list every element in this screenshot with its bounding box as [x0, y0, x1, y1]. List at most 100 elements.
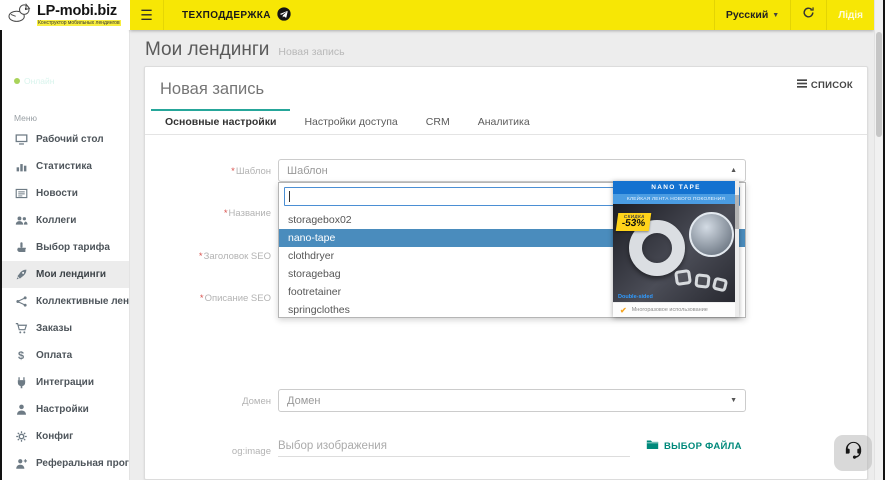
template-preview: NANO TAPE КЛЕЙКАЯ ЛЕНТА НОВОГО ПОКОЛЕНИЯ…	[613, 181, 739, 317]
user-icon	[14, 403, 28, 416]
preview-subtitle: КЛЕЙКАЯ ЛЕНТА НОВОГО ПОКОЛЕНИЯ	[613, 194, 739, 204]
sidebar-item-statistics[interactable]: Статистика	[2, 153, 129, 180]
rocket-icon	[14, 268, 28, 281]
check-icon: ✔	[620, 305, 627, 315]
page-scrollbar[interactable]	[874, 0, 883, 480]
user-plus-icon	[14, 457, 28, 470]
headset-icon	[842, 439, 865, 467]
tab-crm[interactable]: CRM	[412, 109, 464, 134]
logo-tagline: Конструктор мобильных лендингов	[37, 20, 121, 27]
page-title: Мои лендинги	[145, 39, 270, 60]
chevron-up-icon: ▲	[730, 167, 737, 174]
og-image-input[interactable]	[278, 435, 630, 457]
folder-icon	[646, 439, 659, 453]
telegram-icon	[277, 6, 291, 24]
sidebar-item-integrations[interactable]: Интеграции	[2, 369, 129, 396]
tab-main-settings[interactable]: Основные настройки	[151, 109, 291, 134]
support-widget-button[interactable]	[834, 435, 872, 471]
desktop-icon	[14, 133, 28, 146]
sidebar-item-label: Реферальная программа	[36, 458, 129, 469]
hamburger-menu-icon[interactable]: ☰	[130, 0, 164, 30]
choose-file-button[interactable]: ВЫБОР ФАЙЛА	[646, 439, 742, 453]
sidebar-item-referral[interactable]: Реферальная программа	[2, 450, 129, 477]
refresh-button[interactable]	[790, 0, 826, 30]
sidebar-item-label: Выбор тарифа	[36, 242, 110, 253]
sidebar-item-label: Рабочий стол	[36, 134, 104, 145]
seo-description-label: Описание SEO	[145, 293, 271, 304]
preview-caption: Double-sided	[618, 294, 653, 300]
dog-logo-icon	[7, 2, 32, 28]
main-content: Мои лендинги Новая запись Новая запись С…	[130, 30, 874, 480]
list-button-label: СПИСОК	[810, 79, 853, 91]
domain-select-placeholder: Домен	[287, 394, 321, 407]
sidebar-item-collective-landings[interactable]: Коллективные лендинги	[2, 288, 129, 315]
cogs-icon	[14, 430, 28, 443]
logo[interactable]: LP-mobi.biz Конструктор мобильных лендин…	[0, 0, 130, 30]
online-status-dot	[14, 78, 20, 84]
support-button[interactable]: ТЕХПОДДЕРЖКА	[182, 6, 291, 24]
support-label: ТЕХПОДДЕРЖКА	[182, 9, 271, 21]
card-title: Новая запись	[160, 80, 265, 98]
sidebar-item-label: Оплата	[36, 350, 73, 361]
preview-header: NANO TAPE	[613, 181, 739, 194]
sidebar-item-label: Конфиг	[36, 431, 74, 442]
sidebar-item-colleagues[interactable]: Коллеги	[2, 207, 129, 234]
dollar-icon: $	[17, 349, 25, 362]
share-icon	[14, 295, 28, 308]
sidebar-item-label: Заказы	[36, 323, 73, 334]
choose-file-label: ВЫБОР ФАЙЛА	[664, 440, 742, 452]
sidebar-item-label: Новости	[36, 188, 78, 199]
user-status: Онлайн	[14, 76, 54, 86]
sidebar-item-label: Коллеги	[36, 215, 77, 226]
domain-label: Домен	[242, 396, 271, 407]
sidebar-item-settings[interactable]: Настройки	[2, 396, 129, 423]
seo-title-label: Заголовок SEO	[145, 251, 271, 262]
sidebar: Лідія Онлайн Меню Рабочий стол Статистик…	[2, 30, 130, 480]
preview-feature-row: ✔ Многоразовое использование	[613, 302, 739, 317]
cart-icon	[14, 322, 28, 335]
list-button[interactable]: СПИСОК	[796, 79, 853, 91]
tab-access-settings[interactable]: Настройки доступа	[290, 109, 411, 134]
breadcrumb-current: Новая запись	[278, 46, 345, 58]
sidebar-item-label: Настройки	[36, 404, 89, 415]
chevron-down-icon: ▼	[730, 397, 737, 404]
tab-bar: Основные настройки Настройки доступа CRM…	[145, 109, 867, 135]
bar-chart-icon	[14, 160, 28, 173]
new-record-card: Новая запись СПИСОК Основные настройки Н…	[144, 66, 868, 480]
language-label: Русский	[725, 9, 769, 21]
user-menu[interactable]: Лідія	[826, 0, 874, 30]
top-bar: ☰ ТЕХПОДДЕРЖКА Русский ▼ Лідія	[130, 0, 874, 30]
sidebar-item-desktop[interactable]: Рабочий стол	[2, 126, 129, 153]
text-cursor	[289, 191, 290, 202]
inset-photo	[689, 212, 734, 257]
plug-icon	[14, 376, 28, 389]
domain-select[interactable]: Домен ▼	[278, 389, 746, 412]
language-selector[interactable]: Русский ▼	[713, 0, 790, 30]
hand-pointer-icon	[14, 241, 28, 254]
discount-badge: СКИДКА -53%	[615, 213, 652, 231]
users-icon	[14, 214, 28, 227]
sidebar-item-config[interactable]: Конфиг	[2, 423, 129, 450]
sidebar-item-news[interactable]: Новости	[2, 180, 129, 207]
template-select[interactable]: Шаблон ▲	[278, 159, 746, 182]
sidebar-item-tariff[interactable]: Выбор тарифа	[2, 234, 129, 261]
sidebar-item-label: Интеграции	[36, 377, 94, 388]
user-status-label: Онлайн	[24, 76, 55, 86]
sidebar-item-payment[interactable]: $ Оплата	[2, 342, 129, 369]
user-panel: Лідія Онлайн	[2, 30, 129, 104]
og-image-label: og:image	[231, 446, 271, 457]
template-label: Шаблон	[145, 166, 271, 177]
preview-title: NANO TAPE	[651, 184, 701, 191]
sidebar-item-my-landings[interactable]: Мои лендинги	[2, 261, 129, 288]
sidebar-item-orders[interactable]: Заказы	[2, 315, 129, 342]
refresh-icon	[802, 6, 815, 24]
breadcrumb: Мои лендинги Новая запись	[145, 39, 345, 61]
tab-analytics[interactable]: Аналитика	[464, 109, 544, 134]
scrollbar-thumb[interactable]	[876, 32, 882, 137]
preview-product-image: СКИДКА -53% Double-sided	[613, 204, 739, 302]
preview-scrollbar[interactable]	[735, 181, 739, 317]
logo-title: LP-mobi.biz	[37, 2, 117, 19]
sidebar-username: Лідія	[14, 58, 43, 70]
list-icon	[796, 79, 807, 91]
screen-edge-left	[0, 30, 2, 480]
